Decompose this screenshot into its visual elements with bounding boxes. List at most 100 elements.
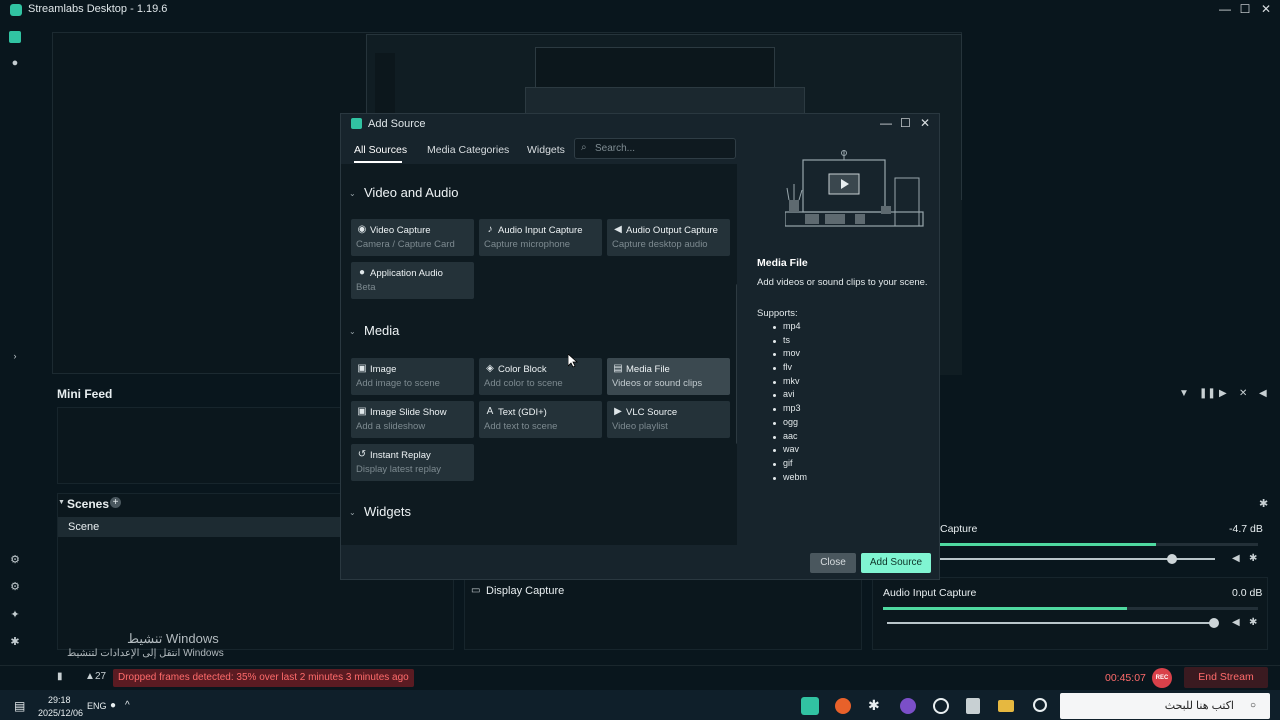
scene-row[interactable] <box>58 517 340 537</box>
card-name: VLC Source <box>626 407 678 418</box>
card-desc: Add color to scene <box>484 378 563 389</box>
microphone-icon[interactable]: ● <box>110 700 116 711</box>
dialog-minimize-button[interactable]: — <box>880 116 892 130</box>
mixer-settings-icon[interactable]: ✱ <box>1259 497 1268 510</box>
stats-icon[interactable]: ▮ <box>57 671 63 682</box>
volume-slider-1[interactable] <box>940 554 1215 564</box>
monitor-icon: ▭ <box>471 585 481 596</box>
dialog-logo-icon <box>351 118 362 129</box>
speaker-icon[interactable]: ◀ <box>1232 617 1240 628</box>
app-title: Streamlabs Desktop - 1.19.6 <box>28 3 168 15</box>
app-logo-icon <box>10 4 22 16</box>
card-name: Audio Input Capture <box>498 225 583 236</box>
rec-button[interactable]: REC <box>1152 668 1172 688</box>
source-card-image-slide-show[interactable]: ▣ Image Slide Show Add a slideshow <box>351 401 474 438</box>
gear-icon[interactable]: ✱ <box>1249 553 1257 564</box>
volume-icon[interactable]: ◀ <box>1259 388 1267 399</box>
chevron-down-icon[interactable]: ⌄ <box>349 189 356 198</box>
close-button[interactable]: Close <box>810 553 856 573</box>
source-item[interactable]: Display Capture <box>486 585 564 597</box>
source-card-text-gdi[interactable]: A Text (GDI+) Add text to scene <box>479 401 602 438</box>
editor-icon[interactable] <box>9 31 21 43</box>
streamlabs-taskbar-icon[interactable] <box>801 697 819 715</box>
settings-taskbar-icon[interactable]: ✱ <box>868 697 880 714</box>
format-item: flv <box>773 362 807 376</box>
supported-formats-list: mp4 ts mov flv mkv avi mp3 ogg aac wav g… <box>773 321 807 485</box>
cortana-icon[interactable] <box>1033 698 1047 712</box>
card-desc: Video playlist <box>612 421 668 432</box>
search-icon: ⌕ <box>581 142 587 153</box>
card-name: Audio Output Capture <box>626 225 718 236</box>
volume-slider-2[interactable] <box>887 618 1219 628</box>
chevron-down-icon[interactable]: ⌄ <box>349 327 356 336</box>
text-icon: A <box>486 406 494 417</box>
skip-icon[interactable]: ▶ <box>1219 388 1227 399</box>
obs-icon[interactable] <box>933 698 949 714</box>
source-card-color-block[interactable]: ◈ Color Block Add color to scene <box>479 358 602 395</box>
dialog-maximize-button[interactable]: ☐ <box>900 116 911 130</box>
notification-icon[interactable]: ▤ <box>14 699 25 713</box>
activation-watermark-subtitle: انتقل إلى الإعدادات لتنشيط Windows <box>67 648 224 659</box>
source-card-audio-output-capture[interactable]: ◀ Audio Output Capture Capture desktop a… <box>607 219 730 256</box>
source-card-media-file[interactable]: ▤ Media File Videos or sound clips <box>607 358 730 395</box>
slider-knob-2[interactable] <box>1209 618 1219 628</box>
title-bar: Streamlabs Desktop - 1.19.6 — ☐ ✕ <box>0 0 1280 20</box>
format-item: ogg <box>773 417 807 431</box>
volume-meter-fill-2 <box>883 607 1127 610</box>
usb-icon[interactable] <box>966 698 980 714</box>
expand-chevron-icon[interactable]: › <box>9 350 21 362</box>
filter-icon[interactable]: ▼ <box>1179 388 1189 399</box>
end-stream-button[interactable]: End Stream <box>1184 667 1268 688</box>
chevron-up-icon[interactable]: ^ <box>125 700 130 711</box>
minimize-button[interactable]: — <box>1215 2 1235 16</box>
record-icon[interactable]: ● <box>9 57 21 69</box>
highlighter-icon[interactable]: ✦ <box>9 609 21 621</box>
left-sidebar: ● ⚙ ⚙ ✦ ✱ ● › <box>0 20 30 690</box>
card-desc: Beta <box>356 282 376 293</box>
source-card-image[interactable]: ▣ Image Add image to scene <box>351 358 474 395</box>
close-window-button[interactable]: ✕ <box>1256 2 1276 16</box>
source-card-application-audio[interactable]: ● Application Audio Beta <box>351 262 474 299</box>
section-title-video-audio[interactable]: Video and Audio <box>364 185 458 200</box>
tab-widgets[interactable]: Widgets <box>527 144 565 156</box>
windows-search-box[interactable]: اكتب هنا للبحث ○ <box>1060 693 1270 719</box>
section-title-widgets[interactable]: Widgets <box>364 504 411 519</box>
info-title: Media File <box>757 257 808 269</box>
mixer-label-2: Audio Input Capture <box>883 587 977 599</box>
slider-knob-1[interactable] <box>1167 554 1177 564</box>
source-card-audio-input-capture[interactable]: ♪ Audio Input Capture Capture microphone <box>479 219 602 256</box>
dropped-frames-notification[interactable]: Dropped frames detected: 35% over last 2… <box>113 669 414 687</box>
add-scene-icon[interactable]: + <box>110 497 121 508</box>
language-indicator[interactable]: ENG <box>87 701 107 711</box>
chevron-down-icon[interactable]: ⌄ <box>349 508 356 517</box>
studio-mode-icon[interactable]: ⚙ <box>9 581 21 593</box>
add-source-button[interactable]: Add Source <box>861 553 931 573</box>
collapse-icon[interactable]: ▼ <box>58 499 65 506</box>
card-name: Image <box>370 364 397 375</box>
dialog-close-button[interactable]: ✕ <box>920 116 930 130</box>
format-item: avi <box>773 389 807 403</box>
tab-media-categories[interactable]: Media Categories <box>427 144 509 156</box>
app-taskbar-icon[interactable] <box>900 698 916 714</box>
maximize-button[interactable]: ☐ <box>1235 2 1255 16</box>
source-card-instant-replay[interactable]: ↺ Instant Replay Display latest replay <box>351 444 474 481</box>
pause-icon[interactable]: ❚❚ <box>1199 388 1216 399</box>
source-card-video-capture[interactable]: ◉ Video Capture Camera / Capture Card <box>351 219 474 256</box>
source-card-vlc-source[interactable]: ▶ VLC Source Video playlist <box>607 401 730 438</box>
gear-icon[interactable]: ✱ <box>1249 617 1257 628</box>
file-explorer-icon[interactable] <box>998 700 1014 712</box>
section-title-media[interactable]: Media <box>364 323 399 338</box>
microphone-icon: ♪ <box>487 224 493 235</box>
speaker-icon[interactable]: ◀ <box>1232 553 1240 564</box>
search-placeholder: Search... <box>595 143 636 154</box>
tab-all-sources[interactable]: All Sources <box>354 144 407 156</box>
card-name: Text (GDI+) <box>498 407 547 418</box>
search-input[interactable]: ⌕ Search... <box>574 138 736 159</box>
settings-icon[interactable]: ✱ <box>9 636 21 648</box>
card-desc: Add a slideshow <box>356 421 426 432</box>
format-item: ts <box>773 335 807 349</box>
mute-alerts-icon[interactable]: ✕ <box>1239 388 1247 399</box>
layout-icon[interactable]: ⚙ <box>9 554 21 566</box>
scene-label[interactable]: Scene <box>68 521 99 533</box>
firefox-icon[interactable] <box>835 698 851 714</box>
